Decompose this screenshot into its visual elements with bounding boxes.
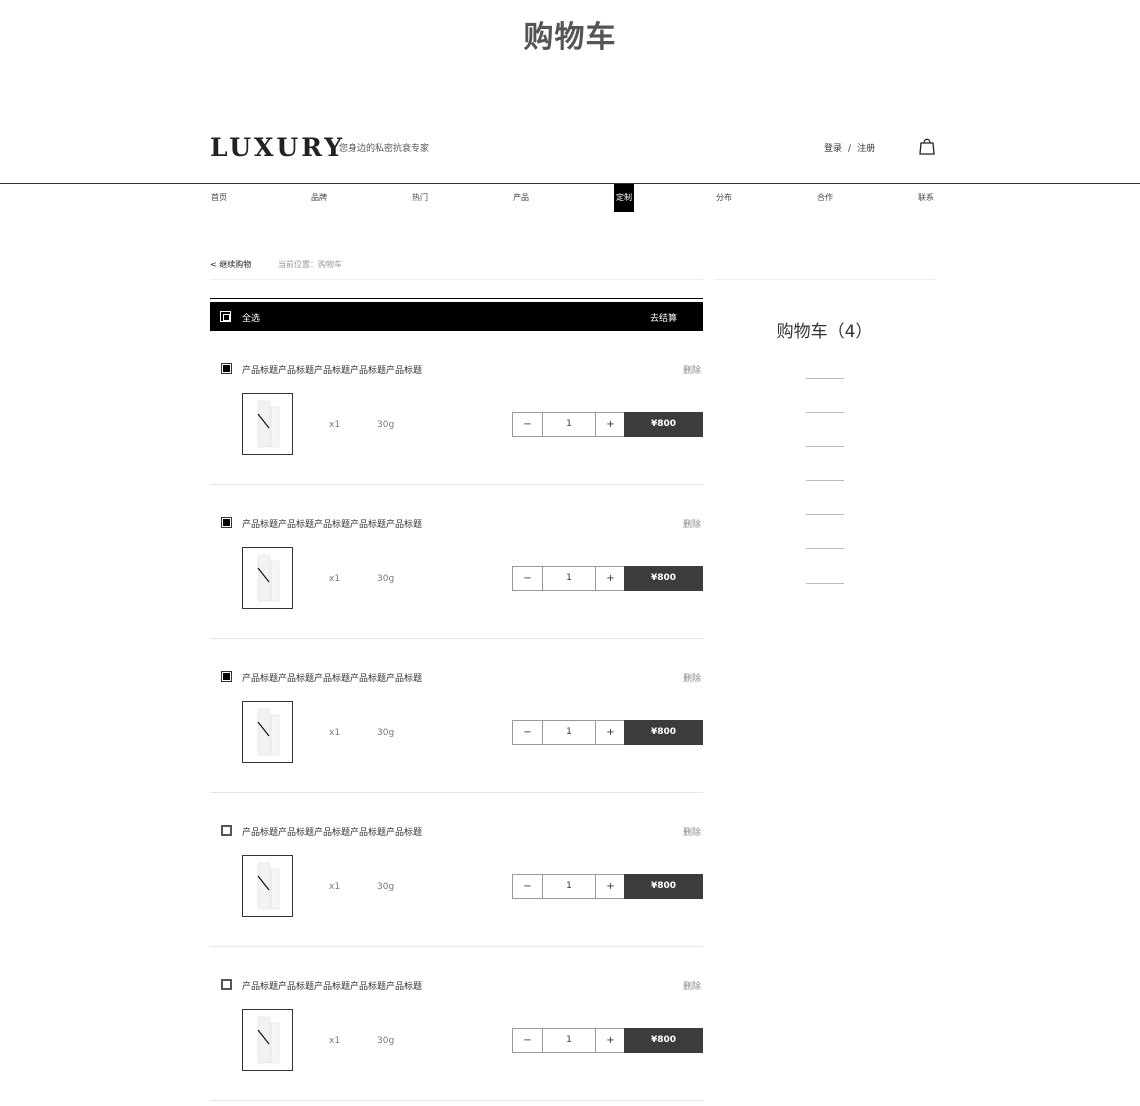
item-quantity-text: x1 [329,420,341,430]
cart-item: 产品标题产品标题产品标题产品标题产品标题 删除 x1 30g − 1 + ¥80… [210,485,703,639]
quantity-input[interactable]: 1 [543,567,595,590]
cart-item: 产品标题产品标题产品标题产品标题产品标题 删除 x1 30g − 1 + ¥80… [210,947,703,1101]
auth-separator: / [848,144,852,154]
item-weight: 30g [377,420,395,430]
quantity-stepper: − 1 + [512,720,625,745]
item-price[interactable]: ¥800 [624,566,703,591]
divider [210,279,703,280]
nav-item-products[interactable]: 产品 [513,184,529,212]
nav-item-popular[interactable]: 热门 [412,184,428,212]
delete-button[interactable]: 删除 [683,825,701,838]
quantity-stepper: − 1 + [512,412,625,437]
delete-button[interactable]: 删除 [683,517,701,530]
select-all-label[interactable]: 全选 [242,311,260,324]
quantity-input[interactable]: 1 [543,721,595,744]
summary-placeholder-line [806,378,844,379]
nav-item-home[interactable]: 首页 [211,184,227,212]
item-weight: 30g [377,1036,395,1046]
login-link[interactable]: 登录 [824,144,842,154]
increment-button[interactable]: + [595,567,625,590]
nav-item-custom[interactable]: 定制 [614,184,634,212]
item-checkbox[interactable] [221,671,232,682]
summary-placeholder-line [806,514,844,515]
shopping-bag-icon[interactable] [919,137,935,155]
decrement-button[interactable]: − [513,1029,543,1052]
item-checkbox[interactable] [221,363,232,374]
decrement-button[interactable]: − [513,413,543,436]
quantity-stepper: − 1 + [512,1028,625,1053]
product-image[interactable] [242,393,293,455]
item-checkbox[interactable] [221,517,232,528]
item-weight: 30g [377,882,395,892]
product-image[interactable] [242,1009,293,1071]
page-title: 购物车 [523,20,617,55]
summary-placeholder-line [806,583,844,584]
item-price[interactable]: ¥800 [624,874,703,899]
quantity-input[interactable]: 1 [543,875,595,898]
item-checkbox[interactable] [221,825,232,836]
product-image[interactable] [242,547,293,609]
decrement-button[interactable]: − [513,567,543,590]
item-title[interactable]: 产品标题产品标题产品标题产品标题产品标题 [242,517,422,530]
decrement-button[interactable]: − [513,875,543,898]
divider [714,279,935,280]
item-weight: 30g [377,574,395,584]
item-quantity-text: x1 [329,574,341,584]
product-image[interactable] [242,855,293,917]
breadcrumb-location: 当前位置：购物车 [278,260,342,269]
register-link[interactable]: 注册 [857,144,875,154]
nav-item-partners[interactable]: 合作 [817,184,833,212]
brand-logo[interactable]: LUXURY [210,134,345,162]
item-quantity-text: x1 [329,728,341,738]
item-title[interactable]: 产品标题产品标题产品标题产品标题产品标题 [242,825,422,838]
item-title[interactable]: 产品标题产品标题产品标题产品标题产品标题 [242,363,422,376]
summary-placeholder-line [806,412,844,413]
delete-button[interactable]: 删除 [683,979,701,992]
cart-item: 产品标题产品标题产品标题产品标题产品标题 删除 x1 30g − 1 + ¥80… [210,793,703,947]
main-nav: 首页 品牌 热门 产品 定制 分布 合作 联系 [0,184,1140,212]
summary-placeholder-line [806,548,844,549]
nav-item-brand[interactable]: 品牌 [311,184,327,212]
increment-button[interactable]: + [595,721,625,744]
summary-placeholder-line [806,446,844,447]
increment-button[interactable]: + [595,413,625,436]
cart-items: 产品标题产品标题产品标题产品标题产品标题 删除 x1 30g − 1 + ¥80… [210,331,703,1101]
delete-button[interactable]: 删除 [683,363,701,376]
decrement-button[interactable]: − [513,721,543,744]
select-all-checkbox[interactable] [220,311,231,322]
item-quantity-text: x1 [329,882,341,892]
quantity-stepper: − 1 + [512,566,625,591]
increment-button[interactable]: + [595,1029,625,1052]
item-price[interactable]: ¥800 [624,412,703,437]
item-price[interactable]: ¥800 [624,1028,703,1053]
item-price[interactable]: ¥800 [624,720,703,745]
auth-links: 登录 / 注册 [824,141,875,154]
delete-button[interactable]: 删除 [683,671,701,684]
cart-item: 产品标题产品标题产品标题产品标题产品标题 删除 x1 30g − 1 + ¥80… [210,639,703,793]
item-quantity-text: x1 [329,1036,341,1046]
product-image[interactable] [242,701,293,763]
quantity-input[interactable]: 1 [543,1029,595,1052]
continue-shopping-link[interactable]: < 继续购物 [210,259,251,270]
summary-placeholder-line [806,480,844,481]
nav-item-contact[interactable]: 联系 [918,184,934,212]
divider [210,298,703,299]
cart-item: 产品标题产品标题产品标题产品标题产品标题 删除 x1 30g − 1 + ¥80… [210,331,703,485]
item-title[interactable]: 产品标题产品标题产品标题产品标题产品标题 [242,979,422,992]
brand-tagline: 您身边的私密抗衰专家 [339,144,430,154]
item-title[interactable]: 产品标题产品标题产品标题产品标题产品标题 [242,671,422,684]
cart-table-header: 全选 去结算 [210,302,703,331]
increment-button[interactable]: + [595,875,625,898]
quantity-input[interactable]: 1 [543,413,595,436]
quantity-stepper: − 1 + [512,874,625,899]
checkout-button[interactable]: 去结算 [650,311,677,324]
nav-item-distribution[interactable]: 分布 [716,184,732,212]
item-weight: 30g [377,728,395,738]
cart-summary-title: 购物车（4） [776,322,873,342]
item-checkbox[interactable] [221,979,232,990]
